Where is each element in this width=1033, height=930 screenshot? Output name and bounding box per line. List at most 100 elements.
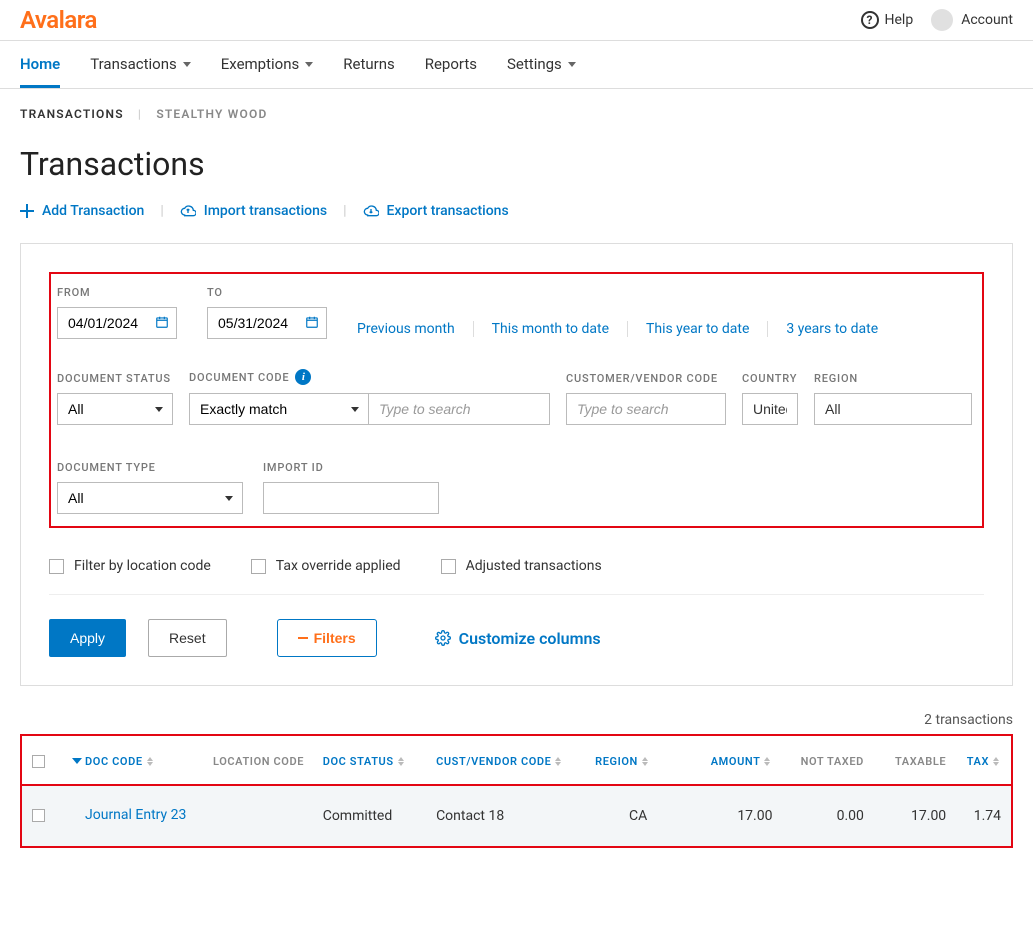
check-location-label: Filter by location code: [74, 558, 211, 574]
import-id-label: IMPORT ID: [263, 461, 439, 474]
row-checkbox[interactable]: [32, 809, 45, 822]
from-label: FROM: [57, 286, 177, 299]
breadcrumb-sub: STEALTHY WOOD: [156, 107, 267, 121]
add-transaction-label: Add Transaction: [42, 203, 144, 219]
avatar: [931, 9, 953, 31]
th-doc-status[interactable]: DOC STATUS: [323, 755, 436, 768]
filters-toggle-button[interactable]: Filters: [277, 619, 377, 657]
chevron-down-icon: [305, 62, 313, 67]
export-icon: [363, 203, 379, 219]
sep: |: [160, 203, 163, 219]
brand-text: Avalara: [20, 6, 97, 34]
th-taxable[interactable]: TAXABLE: [864, 755, 946, 768]
th-doc-code[interactable]: DOC CODE: [85, 755, 213, 768]
check-override-label: Tax override applied: [276, 558, 401, 574]
chevron-down-icon: [183, 62, 191, 67]
doc-status-select[interactable]: All: [57, 393, 173, 425]
import-id-input[interactable]: [263, 482, 439, 514]
filter-location-check[interactable]: Filter by location code: [49, 558, 211, 574]
divider: [49, 594, 984, 595]
help-icon: ?: [861, 11, 879, 29]
doc-code-match-select[interactable]: Exactly match: [189, 393, 369, 425]
doc-code-field: DOCUMENT CODE i Exactly match: [189, 369, 550, 425]
main-nav: Home Transactions Exemptions Returns Reports…: [0, 41, 1033, 89]
breadcrumb: TRANSACTIONS | STEALTHY WOOD: [0, 89, 1033, 121]
export-label: Export transactions: [387, 203, 509, 219]
adjusted-check[interactable]: Adjusted transactions: [441, 558, 602, 574]
quicklink[interactable]: Previous month: [357, 321, 473, 337]
page-title: Transactions: [0, 121, 1033, 203]
nav-returns[interactable]: Returns: [343, 41, 394, 88]
reset-button[interactable]: Reset: [148, 619, 227, 657]
table-row: Journal Entry 23CommittedContact 18CA17.…: [22, 784, 1011, 846]
th-not-taxed[interactable]: NOT TAXED: [772, 755, 863, 768]
nav-transactions[interactable]: Transactions: [90, 41, 191, 88]
help-link[interactable]: ? Help: [861, 11, 914, 29]
gear-icon: [435, 630, 451, 646]
import-label: Import transactions: [204, 203, 327, 219]
quicklink[interactable]: 3 years to date: [767, 321, 896, 337]
add-transaction-button[interactable]: Add Transaction: [20, 203, 144, 219]
account-menu[interactable]: Account: [931, 9, 1013, 31]
minus-icon: [298, 637, 308, 639]
th-cust-vendor[interactable]: CUST/VENDOR CODE: [436, 755, 595, 768]
doc-code-link[interactable]: Journal Entry 23: [85, 807, 186, 823]
th-tax[interactable]: TAX: [946, 755, 1001, 768]
sep: |: [343, 203, 346, 219]
export-transactions-button[interactable]: Export transactions: [363, 203, 509, 219]
topright: ? Help Account: [861, 9, 1014, 31]
result-count: 2 transactions: [0, 686, 1033, 734]
doc-code-search-input[interactable]: [368, 393, 550, 425]
doc-type-field: DOCUMENT TYPE All: [57, 461, 243, 514]
brand-logo[interactable]: Avalara: [20, 6, 97, 34]
sort-icon: [555, 757, 563, 766]
breadcrumb-main[interactable]: TRANSACTIONS: [20, 107, 124, 121]
from-field: FROM: [57, 286, 177, 339]
customize-label: Customize columns: [459, 629, 601, 648]
cell-region: CA: [595, 808, 681, 824]
nav-exemptions[interactable]: Exemptions: [221, 41, 314, 88]
nav-reports[interactable]: Reports: [425, 41, 477, 88]
region-input[interactable]: [814, 393, 972, 425]
customize-columns-link[interactable]: Customize columns: [435, 629, 601, 648]
quicklink[interactable]: This month to date: [473, 321, 627, 337]
quicklink[interactable]: This year to date: [627, 321, 767, 337]
info-icon[interactable]: i: [295, 369, 311, 385]
to-field: TO: [207, 286, 327, 339]
account-label: Account: [961, 12, 1013, 28]
nav-settings[interactable]: Settings: [507, 41, 576, 88]
checkbox-icon: [441, 559, 456, 574]
tax-override-check[interactable]: Tax override applied: [251, 558, 401, 574]
checkbox-row: Filter by location code Tax override app…: [49, 528, 984, 594]
country-input[interactable]: [742, 393, 798, 425]
th-region[interactable]: REGION: [595, 755, 681, 768]
table-header: DOC CODE LOCATION CODE DOC STATUS CUST/V…: [22, 736, 1011, 786]
th-location[interactable]: LOCATION CODE: [213, 755, 323, 768]
doc-code-label: DOCUMENT CODE: [189, 371, 289, 384]
cell-tax: 1.74: [946, 808, 1001, 824]
cust-input[interactable]: [566, 393, 726, 425]
select-all-checkbox[interactable]: [32, 755, 45, 768]
doc-status-field: DOCUMENT STATUS All: [57, 372, 173, 425]
plus-icon: [20, 204, 34, 218]
chevron-down-icon: [568, 62, 576, 67]
cell-amount: 17.00: [681, 808, 772, 824]
cust-field: CUSTOMER/VENDOR CODE: [566, 372, 726, 425]
import-icon: [180, 203, 196, 219]
calendar-icon[interactable]: [305, 315, 319, 329]
row-expand-toggle[interactable]: [69, 752, 85, 770]
check-adjusted-label: Adjusted transactions: [466, 558, 602, 574]
apply-button[interactable]: Apply: [49, 619, 126, 657]
doc-status-label: DOCUMENT STATUS: [57, 372, 173, 385]
cust-label: CUSTOMER/VENDOR CODE: [566, 372, 726, 385]
cell-status: Committed: [323, 808, 436, 824]
nav-home[interactable]: Home: [20, 41, 60, 88]
cell-not-taxed: 0.00: [772, 808, 863, 824]
button-row: Apply Reset Filters Customize columns: [49, 619, 984, 657]
th-amount[interactable]: AMOUNT: [681, 755, 772, 768]
sort-icon: [398, 757, 406, 766]
import-transactions-button[interactable]: Import transactions: [180, 203, 327, 219]
help-label: Help: [885, 12, 914, 28]
calendar-icon[interactable]: [155, 315, 169, 329]
doc-type-select[interactable]: All: [57, 482, 243, 514]
